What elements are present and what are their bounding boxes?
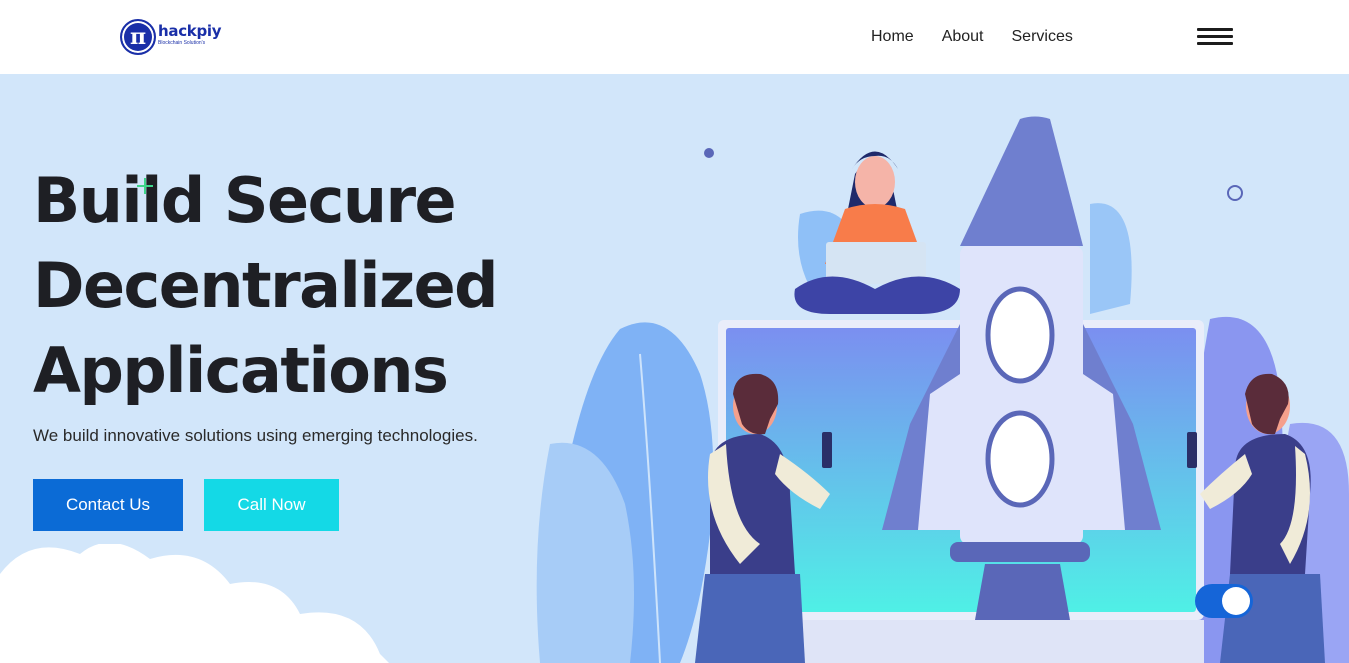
- hero-title-line-3: Applications: [33, 334, 449, 407]
- main-nav: Home About Services: [871, 26, 1073, 48]
- brand-name: hackpiy: [158, 21, 222, 40]
- hero-title-line-2: Decentralized: [33, 249, 499, 322]
- hamburger-menu-icon[interactable]: [1197, 26, 1234, 46]
- hero-title-line-1: Build Secure: [33, 164, 457, 237]
- nav-home[interactable]: Home: [871, 26, 914, 48]
- contact-us-button[interactable]: Contact Us: [33, 479, 183, 531]
- call-now-button[interactable]: Call Now: [204, 479, 339, 531]
- pi-logo-icon: π: [120, 19, 156, 55]
- cloud-decoration: [0, 544, 389, 663]
- brand-tagline: Blockchain Solution's: [158, 39, 206, 46]
- hero-subtitle: We build innovative solutions using emer…: [33, 426, 478, 445]
- rocket-launch-illustration: [536, 116, 1349, 663]
- toggle-switch[interactable]: [1195, 584, 1253, 618]
- site-header: π hackpiy Blockchain Solution's Home Abo…: [0, 0, 1349, 74]
- toggle-knob: [1222, 587, 1250, 615]
- brand-logo[interactable]: π hackpiy Blockchain Solution's: [120, 19, 222, 55]
- plus-sparkle-icon: [137, 178, 153, 194]
- nav-about[interactable]: About: [942, 26, 984, 48]
- nav-services[interactable]: Services: [1012, 26, 1073, 48]
- hero-title: Build Secure Decentralized Applications: [33, 158, 593, 413]
- hero-section: Build Secure Decentralized Applications …: [0, 74, 1349, 663]
